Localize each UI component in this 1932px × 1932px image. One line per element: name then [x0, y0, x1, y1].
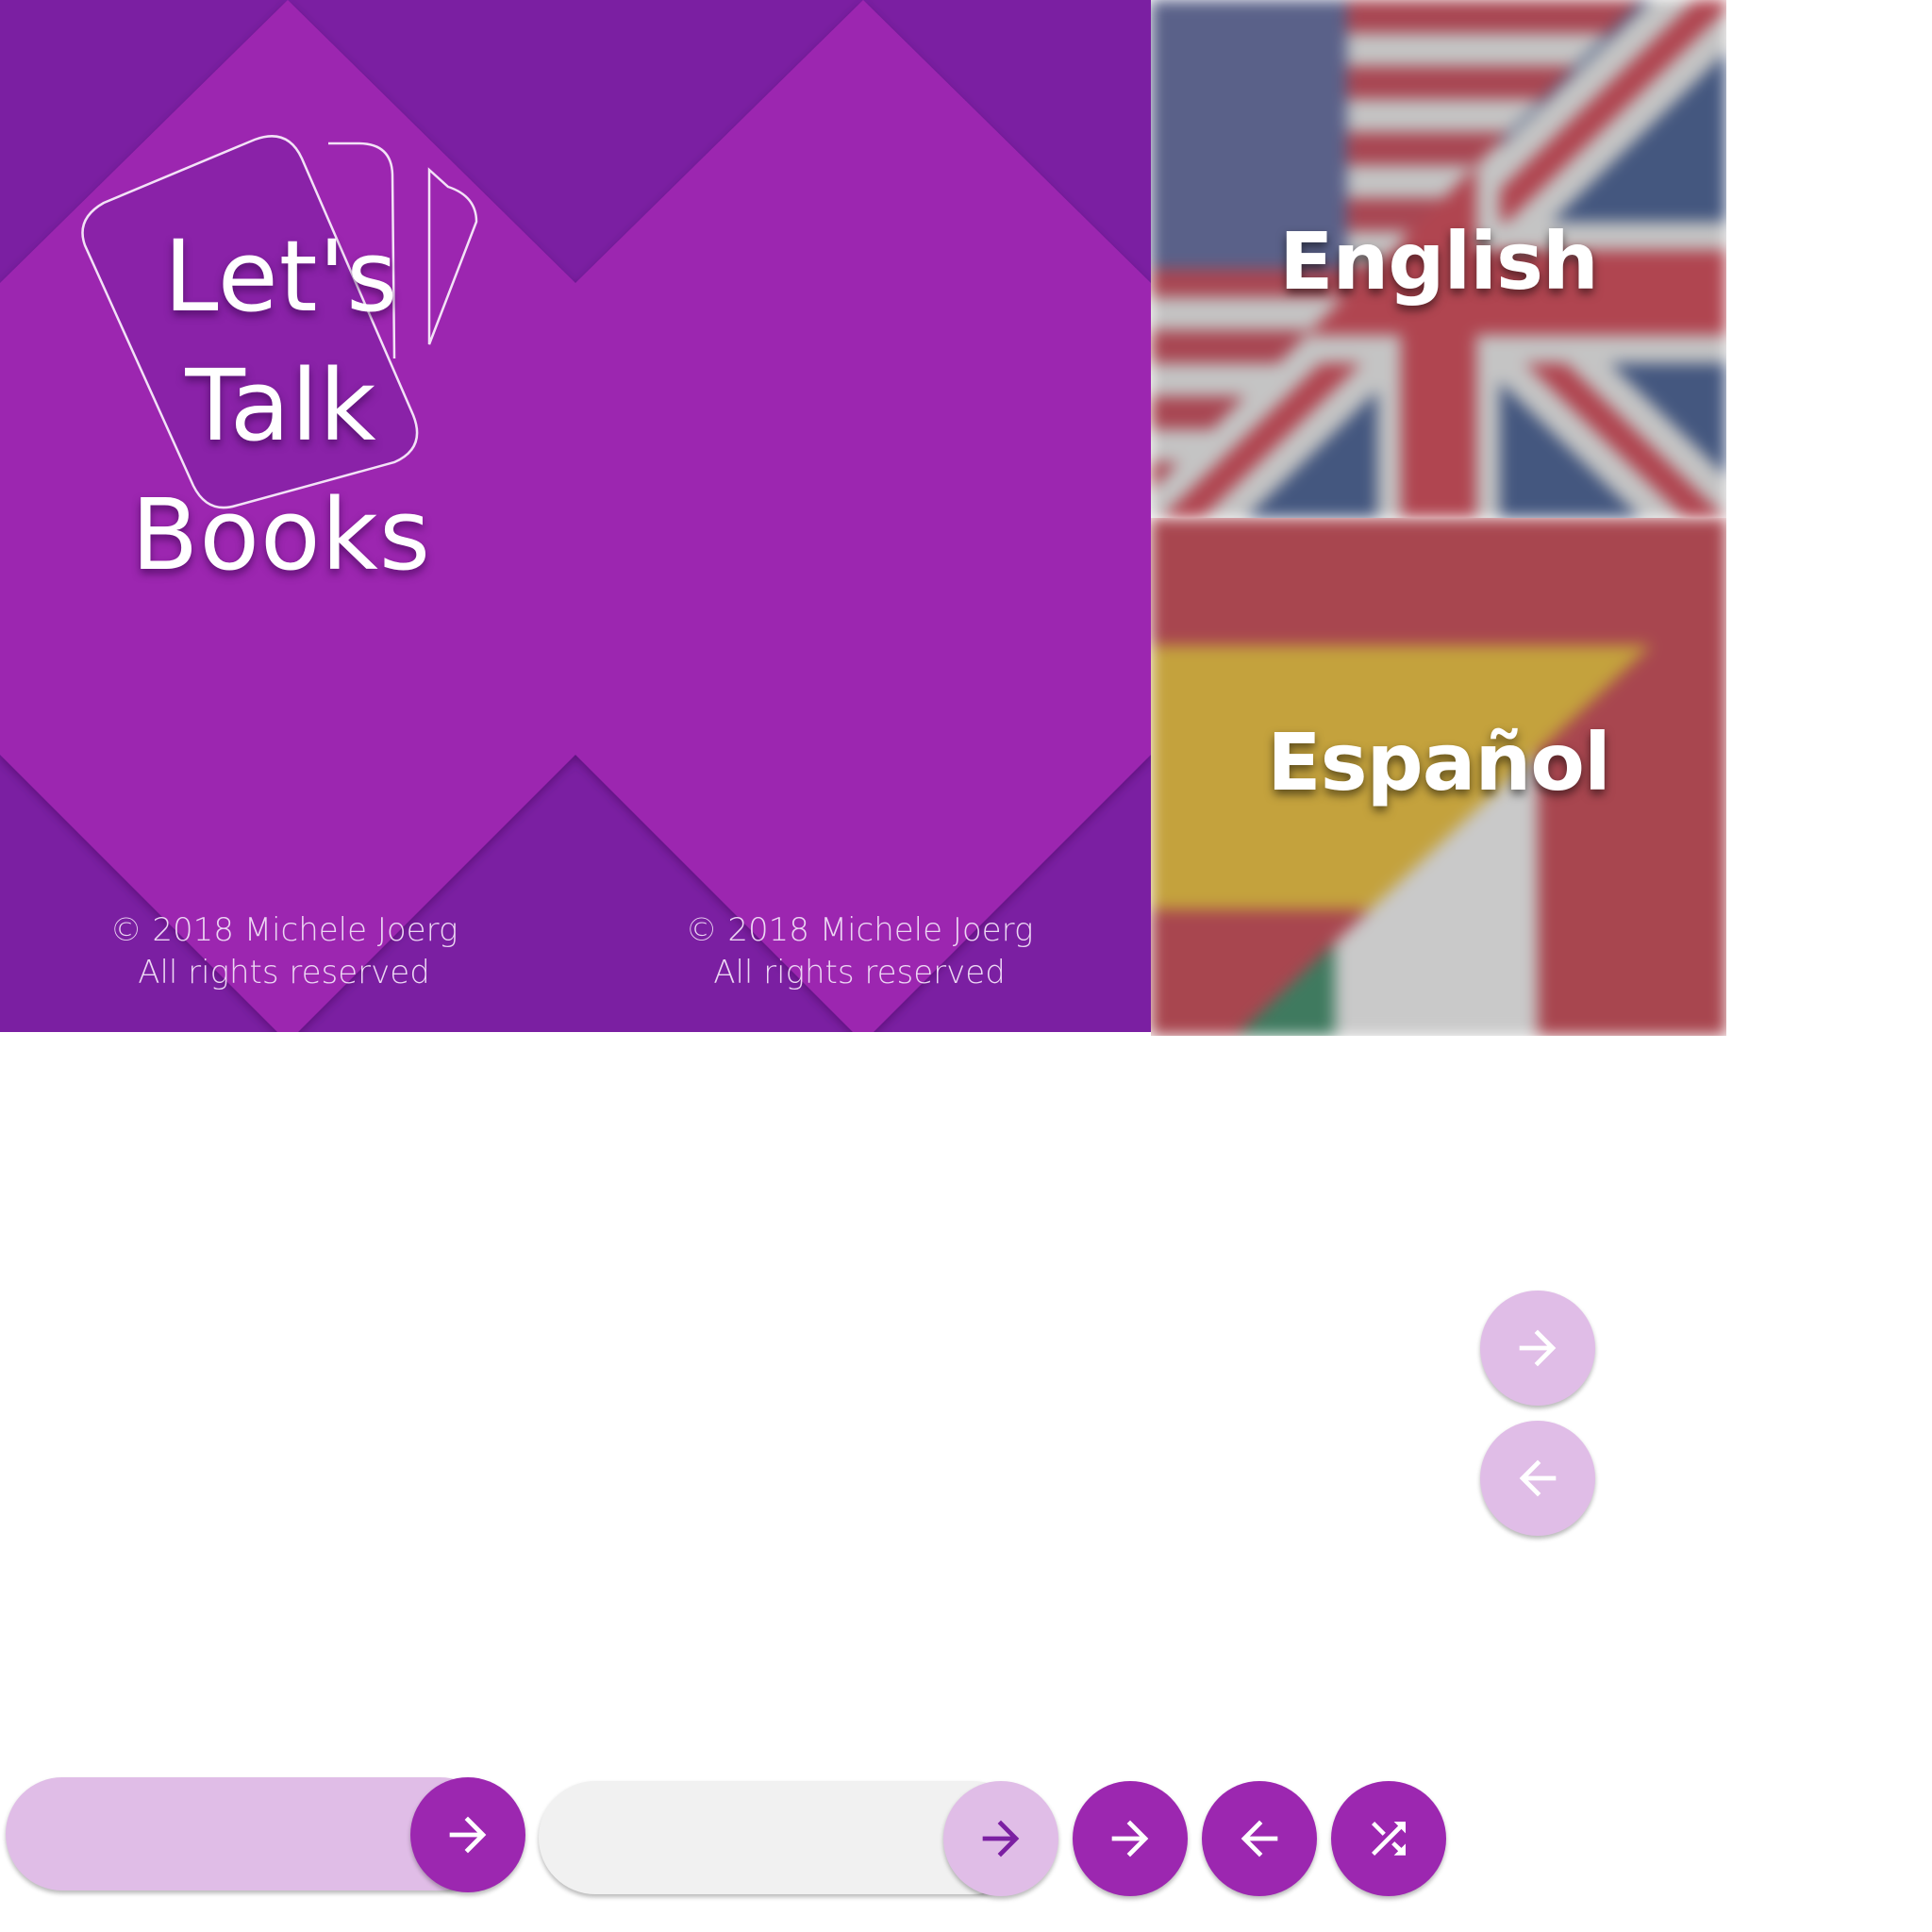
- arrow-right-icon: [449, 1816, 487, 1854]
- app-title-line2: Books: [130, 477, 431, 592]
- language-label: Español: [1267, 716, 1611, 808]
- submit-button-disabled[interactable]: [943, 1781, 1058, 1896]
- language-label: English: [1279, 215, 1599, 308]
- copyright-right: © 2018 Michele Joerg All rights reserved: [638, 909, 1081, 994]
- copyright-left: © 2018 Michele Joerg All rights reserved: [62, 909, 506, 994]
- arrow-right-icon: [1111, 1820, 1149, 1857]
- back-button-disabled[interactable]: [1480, 1421, 1595, 1536]
- submit-button[interactable]: [410, 1777, 525, 1892]
- copyright-line2: All rights reserved: [713, 954, 1006, 991]
- splash-panel: Let's Talk Books © 2018 Michele Joerg Al…: [0, 0, 1151, 1032]
- shuffle-button[interactable]: [1331, 1781, 1446, 1896]
- arrow-right-icon: [982, 1820, 1020, 1857]
- shuffle-icon: [1372, 1822, 1406, 1856]
- language-english-button[interactable]: English: [1151, 0, 1726, 518]
- arrow-right-icon: [1519, 1329, 1557, 1367]
- app-title: Let's Talk Books: [64, 212, 498, 600]
- next-button-disabled[interactable]: [1480, 1291, 1595, 1406]
- copyright-line2: All rights reserved: [138, 954, 430, 991]
- next-button[interactable]: [1073, 1781, 1188, 1896]
- copyright-line1: © 2018 Michele Joerg: [109, 911, 458, 949]
- app-title-line1: Let's Talk: [163, 219, 399, 463]
- arrow-left-icon: [1519, 1459, 1557, 1497]
- language-spanish-button[interactable]: Español: [1151, 518, 1726, 1036]
- copyright-line1: © 2018 Michele Joerg: [685, 911, 1034, 949]
- arrow-left-icon: [1241, 1820, 1278, 1857]
- back-button[interactable]: [1202, 1781, 1317, 1896]
